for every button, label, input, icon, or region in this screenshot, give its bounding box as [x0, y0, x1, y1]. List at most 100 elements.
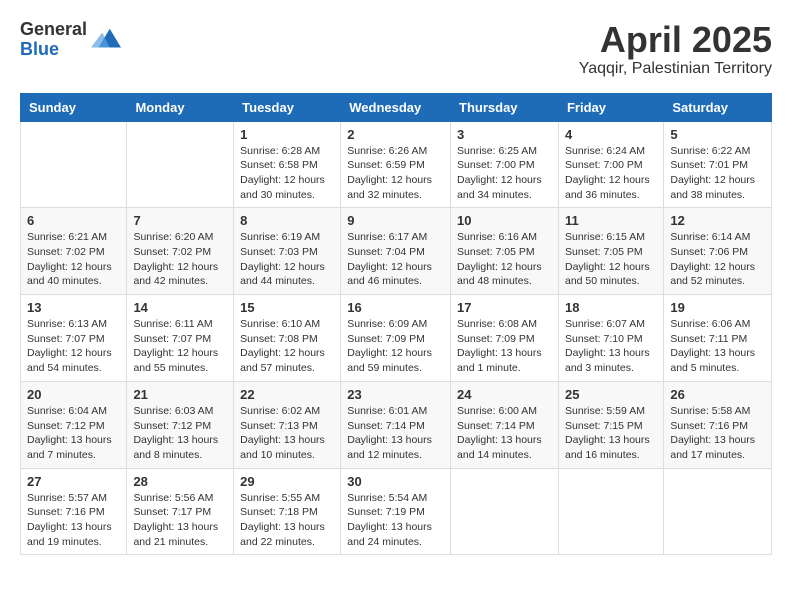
calendar-cell: 25 Sunrise: 5:59 AM Sunset: 7:15 PM Dayli… [558, 381, 663, 468]
day-number: 30 [347, 474, 444, 489]
day-number: 25 [565, 387, 657, 402]
calendar-cell: 8 Sunrise: 6:19 AM Sunset: 7:03 PM Daylig… [234, 208, 341, 295]
calendar-cell [558, 468, 663, 555]
day-detail: Sunrise: 6:21 AM Sunset: 7:02 PM Dayligh… [27, 230, 120, 289]
calendar-week-row: 13 Sunrise: 6:13 AM Sunset: 7:07 PM Dayli… [21, 295, 772, 382]
day-number: 2 [347, 127, 444, 142]
calendar-cell: 18 Sunrise: 6:07 AM Sunset: 7:10 PM Dayli… [558, 295, 663, 382]
day-number: 22 [240, 387, 334, 402]
calendar-table: SundayMondayTuesdayWednesdayThursdayFrid… [20, 93, 772, 556]
day-detail: Sunrise: 6:24 AM Sunset: 7:00 PM Dayligh… [565, 144, 657, 203]
day-number: 24 [457, 387, 552, 402]
day-number: 13 [27, 300, 120, 315]
day-number: 21 [133, 387, 227, 402]
day-detail: Sunrise: 5:56 AM Sunset: 7:17 PM Dayligh… [133, 491, 227, 550]
day-number: 19 [670, 300, 765, 315]
column-header-tuesday: Tuesday [234, 93, 341, 121]
day-number: 8 [240, 213, 334, 228]
day-detail: Sunrise: 6:19 AM Sunset: 7:03 PM Dayligh… [240, 230, 334, 289]
logo: General Blue [20, 20, 121, 60]
calendar-cell: 13 Sunrise: 6:13 AM Sunset: 7:07 PM Dayli… [21, 295, 127, 382]
calendar-cell: 5Sunrise: 6:22 AM Sunset: 7:01 PM Daylig… [664, 121, 772, 208]
calendar-cell: 6 Sunrise: 6:21 AM Sunset: 7:02 PM Daylig… [21, 208, 127, 295]
day-detail: Sunrise: 6:15 AM Sunset: 7:05 PM Dayligh… [565, 230, 657, 289]
calendar-cell: 4 Sunrise: 6:24 AM Sunset: 7:00 PM Daylig… [558, 121, 663, 208]
calendar-cell: 1 Sunrise: 6:28 AM Sunset: 6:58 PM Daylig… [234, 121, 341, 208]
day-detail: Sunrise: 6:00 AM Sunset: 7:14 PM Dayligh… [457, 404, 552, 463]
calendar-week-row: 6 Sunrise: 6:21 AM Sunset: 7:02 PM Daylig… [21, 208, 772, 295]
calendar-week-row: 20Sunrise: 6:04 AM Sunset: 7:12 PM Dayli… [21, 381, 772, 468]
calendar-cell: 15Sunrise: 6:10 AM Sunset: 7:08 PM Dayli… [234, 295, 341, 382]
day-detail: Sunrise: 6:07 AM Sunset: 7:10 PM Dayligh… [565, 317, 657, 376]
day-detail: Sunrise: 5:59 AM Sunset: 7:15 PM Dayligh… [565, 404, 657, 463]
day-number: 28 [133, 474, 227, 489]
calendar-cell: 16 Sunrise: 6:09 AM Sunset: 7:09 PM Dayli… [341, 295, 451, 382]
day-number: 9 [347, 213, 444, 228]
calendar-week-row: 27Sunrise: 5:57 AM Sunset: 7:16 PM Dayli… [21, 468, 772, 555]
calendar-cell: 30 Sunrise: 5:54 AM Sunset: 7:19 PM Dayli… [341, 468, 451, 555]
calendar-cell: 24 Sunrise: 6:00 AM Sunset: 7:14 PM Dayli… [451, 381, 559, 468]
calendar-cell: 7 Sunrise: 6:20 AM Sunset: 7:02 PM Daylig… [127, 208, 234, 295]
column-header-wednesday: Wednesday [341, 93, 451, 121]
day-number: 11 [565, 213, 657, 228]
calendar-cell: 27Sunrise: 5:57 AM Sunset: 7:16 PM Dayli… [21, 468, 127, 555]
day-detail: Sunrise: 6:28 AM Sunset: 6:58 PM Dayligh… [240, 144, 334, 203]
day-detail: Sunrise: 5:58 AM Sunset: 7:16 PM Dayligh… [670, 404, 765, 463]
calendar-week-row: 1 Sunrise: 6:28 AM Sunset: 6:58 PM Daylig… [21, 121, 772, 208]
day-detail: Sunrise: 5:55 AM Sunset: 7:18 PM Dayligh… [240, 491, 334, 550]
calendar-cell: 28 Sunrise: 5:56 AM Sunset: 7:17 PM Dayli… [127, 468, 234, 555]
main-title: April 2025 [579, 20, 772, 60]
day-detail: Sunrise: 6:13 AM Sunset: 7:07 PM Dayligh… [27, 317, 120, 376]
day-number: 16 [347, 300, 444, 315]
logo-blue-text: Blue [20, 40, 87, 60]
day-number: 17 [457, 300, 552, 315]
column-header-monday: Monday [127, 93, 234, 121]
day-number: 27 [27, 474, 120, 489]
day-detail: Sunrise: 6:17 AM Sunset: 7:04 PM Dayligh… [347, 230, 444, 289]
column-header-friday: Friday [558, 93, 663, 121]
column-header-saturday: Saturday [664, 93, 772, 121]
day-number: 3 [457, 127, 552, 142]
calendar-cell [21, 121, 127, 208]
day-detail: Sunrise: 6:01 AM Sunset: 7:14 PM Dayligh… [347, 404, 444, 463]
page-header: General Blue April 2025 Yaqqir, Palestin… [20, 20, 772, 78]
day-detail: Sunrise: 6:08 AM Sunset: 7:09 PM Dayligh… [457, 317, 552, 376]
calendar-cell: 29 Sunrise: 5:55 AM Sunset: 7:18 PM Dayli… [234, 468, 341, 555]
calendar-cell: 10 Sunrise: 6:16 AM Sunset: 7:05 PM Dayli… [451, 208, 559, 295]
calendar-cell: 11 Sunrise: 6:15 AM Sunset: 7:05 PM Dayli… [558, 208, 663, 295]
day-detail: Sunrise: 6:02 AM Sunset: 7:13 PM Dayligh… [240, 404, 334, 463]
column-header-sunday: Sunday [21, 93, 127, 121]
calendar-cell: 17 Sunrise: 6:08 AM Sunset: 7:09 PM Dayli… [451, 295, 559, 382]
calendar-cell: 2 Sunrise: 6:26 AM Sunset: 6:59 PM Daylig… [341, 121, 451, 208]
day-number: 15 [240, 300, 334, 315]
day-number: 1 [240, 127, 334, 142]
day-detail: Sunrise: 6:09 AM Sunset: 7:09 PM Dayligh… [347, 317, 444, 376]
day-number: 18 [565, 300, 657, 315]
calendar-cell: 12 Sunrise: 6:14 AM Sunset: 7:06 PM Dayli… [664, 208, 772, 295]
day-number: 29 [240, 474, 334, 489]
day-number: 4 [565, 127, 657, 142]
day-detail: Sunrise: 5:54 AM Sunset: 7:19 PM Dayligh… [347, 491, 444, 550]
day-number: 12 [670, 213, 765, 228]
day-number: 10 [457, 213, 552, 228]
day-number: 6 [27, 213, 120, 228]
calendar-cell: 3Sunrise: 6:25 AM Sunset: 7:00 PM Daylig… [451, 121, 559, 208]
column-header-thursday: Thursday [451, 93, 559, 121]
calendar-cell: 20Sunrise: 6:04 AM Sunset: 7:12 PM Dayli… [21, 381, 127, 468]
calendar-cell [127, 121, 234, 208]
day-detail: Sunrise: 6:26 AM Sunset: 6:59 PM Dayligh… [347, 144, 444, 203]
day-detail: Sunrise: 6:11 AM Sunset: 7:07 PM Dayligh… [133, 317, 227, 376]
day-number: 5 [670, 127, 765, 142]
day-number: 7 [133, 213, 227, 228]
calendar-cell [451, 468, 559, 555]
day-detail: Sunrise: 6:03 AM Sunset: 7:12 PM Dayligh… [133, 404, 227, 463]
title-section: April 2025 Yaqqir, Palestinian Territory [579, 20, 772, 78]
day-detail: Sunrise: 6:14 AM Sunset: 7:06 PM Dayligh… [670, 230, 765, 289]
day-detail: Sunrise: 6:04 AM Sunset: 7:12 PM Dayligh… [27, 404, 120, 463]
day-detail: Sunrise: 6:06 AM Sunset: 7:11 PM Dayligh… [670, 317, 765, 376]
calendar-cell: 26Sunrise: 5:58 AM Sunset: 7:16 PM Dayli… [664, 381, 772, 468]
day-detail: Sunrise: 6:16 AM Sunset: 7:05 PM Dayligh… [457, 230, 552, 289]
day-number: 14 [133, 300, 227, 315]
calendar-cell [664, 468, 772, 555]
day-detail: Sunrise: 6:20 AM Sunset: 7:02 PM Dayligh… [133, 230, 227, 289]
